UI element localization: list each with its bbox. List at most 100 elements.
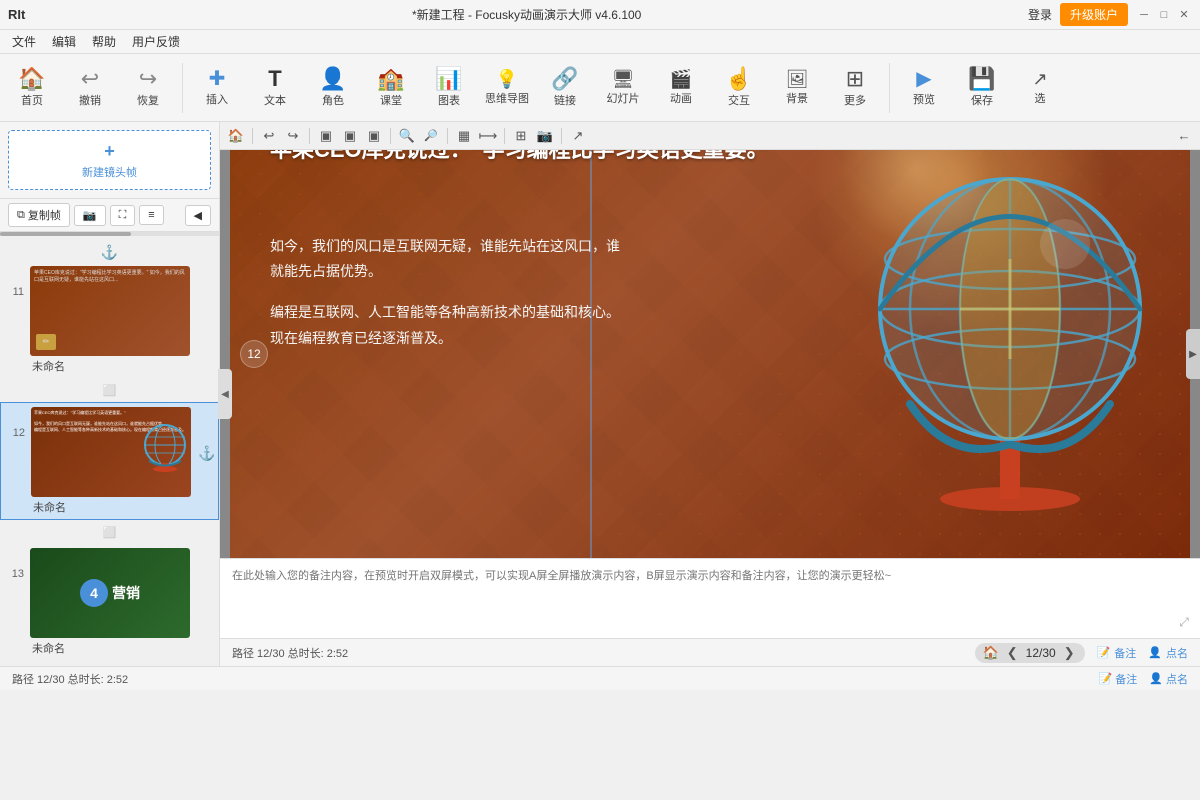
- toolbar-select[interactable]: ↗ 选: [1012, 58, 1068, 118]
- notes-input[interactable]: [220, 559, 1200, 638]
- notes-icon: 📝: [1097, 646, 1111, 659]
- toolbar-insert[interactable]: ✚ 插入: [189, 58, 245, 118]
- slide-11-content: 苹果CEO库克说过："学习编程比学习英语更重要。" 如今，我们的风口是互联网无疑…: [30, 266, 190, 295]
- slide-number-13: 13: [8, 568, 24, 580]
- slide-anchor-12: ⚓: [197, 445, 217, 465]
- minimize-button[interactable]: ─: [1136, 7, 1152, 23]
- toolbar-undo-label: 撤销: [79, 92, 101, 108]
- role-icon: 👤: [319, 68, 346, 90]
- slide-item-12[interactable]: 12 苹果CEO库克说过："学习编程比学习英语更重要。" 如今，我们的风口是互联…: [0, 402, 219, 520]
- toolbar-save[interactable]: 💾 保存: [954, 58, 1010, 118]
- status-rollcall-label: 点名: [1166, 671, 1188, 687]
- canvas-redo-btn[interactable]: ↪: [283, 126, 303, 146]
- canvas-back-btn[interactable]: ←: [1174, 126, 1194, 146]
- toolbar-link[interactable]: 🔗 链接: [537, 58, 593, 118]
- menu-edit[interactable]: 编辑: [44, 31, 84, 52]
- notes-action-button[interactable]: 📝 备注: [1097, 645, 1137, 661]
- canvas-photo-btn[interactable]: 📷: [535, 126, 555, 146]
- new-frame-button[interactable]: + 新建镜头帧: [8, 130, 211, 190]
- menu-feedback[interactable]: 用户反馈: [124, 31, 188, 52]
- scroll-thumb: [0, 232, 131, 236]
- select-icon: ↗: [1032, 70, 1047, 88]
- app-logo: RIt: [8, 7, 25, 22]
- canvas-sep-2: [309, 128, 310, 144]
- status-rollcall-button[interactable]: 👤 点名: [1149, 671, 1188, 687]
- canvas-rect3-btn[interactable]: ▣: [364, 126, 384, 146]
- slide-group-12: 12 苹果CEO库克说过："学习编程比学习英语更重要。" 如今，我们的风口是互联…: [0, 400, 219, 522]
- canvas-zoom-out-btn[interactable]: 🔎: [421, 126, 441, 146]
- undo-icon: ↩: [81, 68, 99, 90]
- status-rollcall-icon: 👤: [1149, 672, 1163, 685]
- toolbar-mind[interactable]: 💡 思维导图: [479, 58, 535, 118]
- toolbar-preview[interactable]: ▶ 预览: [896, 58, 952, 118]
- nav-next-button[interactable]: ❯: [1062, 645, 1077, 661]
- chevron-left-icon: ◀: [194, 209, 202, 222]
- panel-collapse-button[interactable]: ◀: [185, 205, 211, 226]
- rollcall-action-button[interactable]: 👤 点名: [1148, 645, 1188, 661]
- menubar: 文件 编辑 帮助 用户反馈: [0, 30, 1200, 54]
- canvas-rect2-btn[interactable]: ▣: [340, 126, 360, 146]
- main-wrapper: + 新建镜头帧 ⧉ 复制帧 📷 ⛶ ≡ ◀: [0, 122, 1200, 666]
- toolbar-more[interactable]: ⊞ 更多: [827, 58, 883, 118]
- camera-button[interactable]: 📷: [74, 205, 106, 226]
- toolbar-interact[interactable]: ☝ 交互: [711, 58, 767, 118]
- toolbar-slideshow[interactable]: 🖥 幻灯片: [595, 58, 651, 118]
- status-notes-icon: 📝: [1099, 672, 1113, 685]
- fullscreen-button[interactable]: ⛶: [110, 205, 136, 226]
- more-options-button[interactable]: ≡: [139, 205, 163, 225]
- nav-home-icon[interactable]: 🏠: [983, 645, 999, 661]
- menu-help[interactable]: 帮助: [84, 31, 124, 52]
- slide-controls: ⧉ 复制帧 📷 ⛶ ≡ ◀: [0, 199, 219, 232]
- menu-file[interactable]: 文件: [4, 31, 44, 52]
- slide-item-11[interactable]: 11 苹果CEO库克说过："学习编程比学习英语更重要。" 如今，我们的风口是互联…: [0, 262, 219, 378]
- status-bar: 路径 12/30 总时长: 2:52 📝 备注 👤 点名: [0, 666, 1200, 690]
- slide-vertical-line: [590, 150, 592, 558]
- notes-area: ⤢: [220, 558, 1200, 638]
- canvas-undo-btn[interactable]: ↩: [259, 126, 279, 146]
- canvas-layout-btn[interactable]: ⊞: [511, 126, 531, 146]
- toolbar-class[interactable]: 🏫 课堂: [363, 58, 419, 118]
- notes-label: 备注: [1114, 645, 1136, 661]
- toolbar-home[interactable]: 🏠 首页: [4, 58, 60, 118]
- slide-item-13[interactable]: 13 4 营销 未命名: [0, 544, 219, 660]
- canvas-rect1-btn[interactable]: ▣: [316, 126, 336, 146]
- toolbar-chart[interactable]: 📊 图表: [421, 58, 477, 118]
- login-button[interactable]: 登录: [1028, 6, 1052, 23]
- canvas-zoom-in-btn[interactable]: 🔍: [397, 126, 417, 146]
- insert-icon: ✚: [209, 69, 226, 89]
- toolbar-redo[interactable]: ↪ 恢复: [120, 58, 176, 118]
- slide-canvas: 12 苹果CEO库克说过：“学习编程比学习英语更重要。” 如今，我们的风口是互联…: [230, 150, 1190, 558]
- copy-frame-button[interactable]: ⧉ 复制帧: [8, 203, 70, 227]
- canvas-select-btn[interactable]: ↗: [568, 126, 588, 146]
- upgrade-button[interactable]: 升级账户: [1060, 3, 1128, 26]
- nav-prev-button[interactable]: ❮: [1005, 645, 1020, 661]
- slide-12-globe-mini: [137, 415, 187, 475]
- canvas-home-btn[interactable]: 🏠: [226, 126, 246, 146]
- titlebar: RIt *新建工程 - Focusky动画演示大师 v4.6.100 登录 升级…: [0, 0, 1200, 30]
- link-icon: 🔗: [551, 68, 578, 90]
- new-frame-area: + 新建镜头帧: [0, 122, 219, 199]
- close-button[interactable]: ✕: [1176, 7, 1192, 23]
- status-path: 路径 12/30 总时长: 2:52: [12, 674, 128, 686]
- rollcall-label: 点名: [1166, 645, 1188, 661]
- slide-name-11: 未命名: [30, 358, 211, 374]
- connector-12-13: ⬜: [0, 522, 219, 542]
- status-notes-button[interactable]: 📝 备注: [1099, 671, 1138, 687]
- notes-expand-button[interactable]: ⤢: [1176, 614, 1192, 630]
- status-notes-label: 备注: [1115, 671, 1137, 687]
- new-frame-label: 新建镜头帧: [82, 164, 137, 180]
- toolbar-role[interactable]: 👤 角色: [305, 58, 361, 118]
- canvas: 12 苹果CEO库克说过：“学习编程比学习英语更重要。” 如今，我们的风口是互联…: [220, 150, 1200, 558]
- slideshow-icon: 🖥: [612, 70, 635, 88]
- toolbar-bg[interactable]: 🖼 背景: [769, 58, 825, 118]
- toolbar-animation[interactable]: 🎬 动画: [653, 58, 709, 118]
- toolbar-text[interactable]: T 文本: [247, 58, 303, 118]
- left-collapse-button[interactable]: ◀: [218, 369, 232, 419]
- toolbar-role-label: 角色: [322, 92, 344, 108]
- canvas-arrow-btn[interactable]: ⟼: [478, 126, 498, 146]
- toolbar-undo[interactable]: ↩ 撤销: [62, 58, 118, 118]
- toolbar-redo-label: 恢复: [137, 92, 159, 108]
- right-panel-expand-button[interactable]: ▶: [1186, 329, 1200, 379]
- canvas-grid-btn[interactable]: ▦: [454, 126, 474, 146]
- maximize-button[interactable]: □: [1156, 7, 1172, 23]
